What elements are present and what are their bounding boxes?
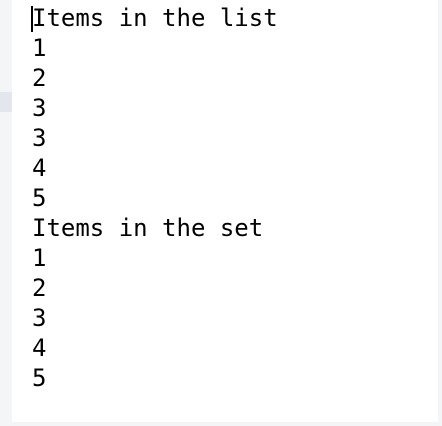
output-line: 5 (32, 184, 47, 212)
console-text: Items in the list 1 2 3 3 4 5 Items in t… (32, 3, 278, 393)
bottom-edge (0, 422, 442, 426)
output-line: 4 (32, 154, 47, 182)
left-gutter (0, 0, 12, 426)
output-line-list-header: Items in the list (32, 4, 278, 32)
output-line: 2 (32, 274, 47, 302)
output-line: 4 (32, 334, 47, 362)
text-caret (31, 6, 33, 32)
output-line: 5 (32, 364, 47, 392)
output-line: 3 (32, 124, 47, 152)
output-line: 3 (32, 304, 47, 332)
output-line: 1 (32, 34, 47, 62)
output-line: 1 (32, 244, 47, 272)
output-line-set-header: Items in the set (32, 214, 264, 242)
gutter-marker (0, 92, 12, 112)
console-output-view[interactable]: Items in the list 1 2 3 3 4 5 Items in t… (0, 0, 442, 426)
right-edge (438, 0, 442, 426)
output-line: 3 (32, 94, 47, 122)
output-line: 2 (32, 64, 47, 92)
